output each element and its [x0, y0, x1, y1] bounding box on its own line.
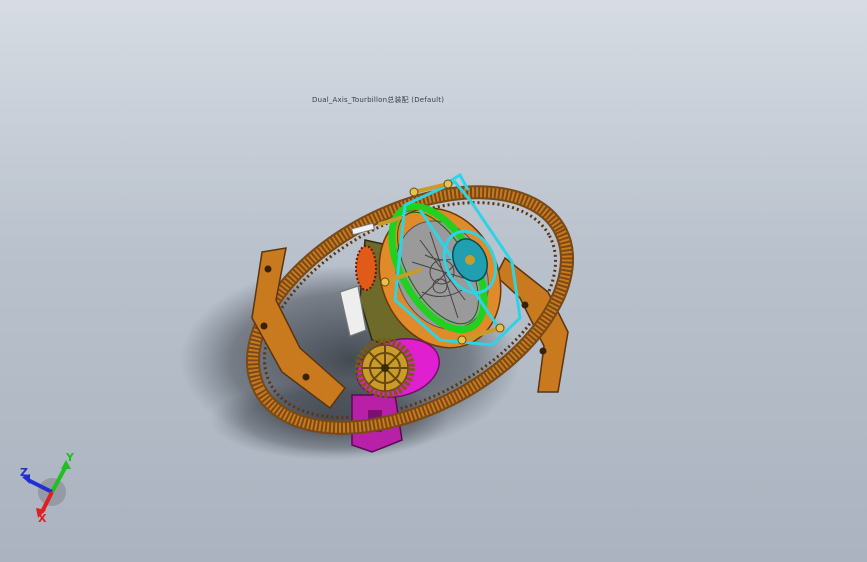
y-axis-label: Y [65, 452, 75, 464]
x-axis-label: X [38, 512, 47, 524]
tourbillon-model[interactable] [0, 0, 867, 562]
view-triad[interactable]: Y Z X [16, 452, 88, 524]
z-axis-label: Z [20, 466, 28, 479]
graphics-viewport[interactable]: Dual_Axis_Tourbillon总装配 (Default) Y Z X [0, 0, 867, 562]
red-gear [355, 245, 377, 291]
